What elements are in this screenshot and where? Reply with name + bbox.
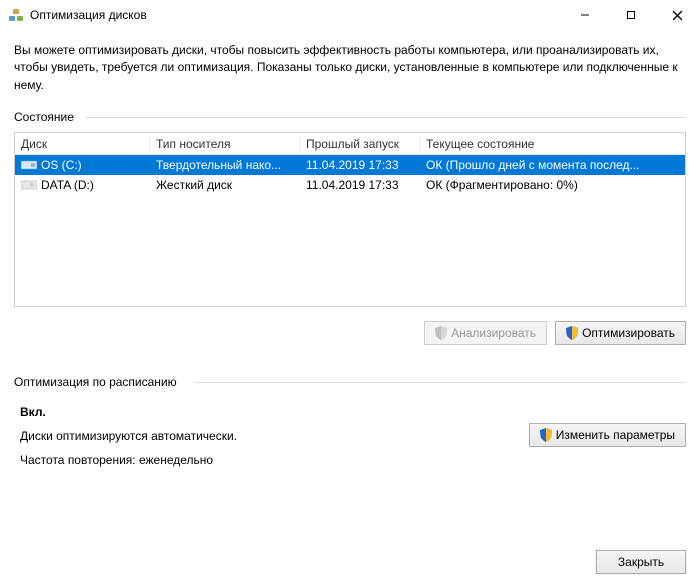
- status-group-text: Состояние: [14, 110, 74, 124]
- table-row[interactable]: OS (C:) Твердотельный нако... 11.04.2019…: [15, 155, 685, 175]
- close-window-button[interactable]: [654, 0, 700, 30]
- status-group-label: Состояние: [14, 110, 686, 124]
- shield-icon: [435, 326, 447, 340]
- cell-disk: OS (C:): [15, 158, 150, 172]
- schedule-group-label: Оптимизация по расписанию: [14, 375, 686, 389]
- footer: Закрыть: [596, 550, 686, 574]
- cell-state: ОК (Фрагментировано: 0%): [420, 178, 685, 192]
- change-settings-button[interactable]: Изменить параметры: [529, 423, 686, 447]
- col-media[interactable]: Тип носителя: [150, 137, 300, 151]
- window-buttons: [562, 0, 700, 30]
- titlebar: Оптимизация дисков: [0, 0, 700, 30]
- cell-state: ОК (Прошло дней с момента послед...: [420, 158, 685, 172]
- schedule-status: Вкл.: [20, 405, 686, 419]
- cell-media: Твердотельный нако...: [150, 158, 300, 172]
- schedule-section: Оптимизация по расписанию Вкл. Диски опт…: [14, 375, 686, 447]
- ssd-icon: [21, 159, 37, 171]
- schedule-frequency: Частота повторения: еженедельно: [20, 453, 686, 467]
- optimize-button[interactable]: Оптимизировать: [555, 321, 686, 345]
- window-title: Оптимизация дисков: [30, 8, 562, 22]
- close-button[interactable]: Закрыть: [596, 550, 686, 574]
- analyze-label: Анализировать: [451, 326, 536, 340]
- minimize-button[interactable]: [562, 0, 608, 30]
- col-state[interactable]: Текущее состояние: [420, 137, 685, 151]
- shield-icon: [540, 428, 552, 442]
- col-last-run[interactable]: Прошлый запуск: [300, 137, 420, 151]
- cell-disk-name: OS (C:): [41, 158, 82, 172]
- cell-last: 11.04.2019 17:33: [300, 178, 420, 192]
- app-icon: [8, 7, 24, 23]
- col-disk[interactable]: Диск: [15, 137, 150, 151]
- analyze-button[interactable]: Анализировать: [424, 321, 547, 345]
- maximize-button[interactable]: [608, 0, 654, 30]
- action-buttons: Анализировать Оптимизировать: [14, 321, 686, 345]
- drives-table[interactable]: Диск Тип носителя Прошлый запуск Текущее…: [14, 132, 686, 307]
- optimize-label: Оптимизировать: [582, 326, 675, 340]
- change-settings-label: Изменить параметры: [556, 428, 675, 442]
- table-row[interactable]: DATA (D:) Жесткий диск 11.04.2019 17:33 …: [15, 175, 685, 195]
- shield-icon: [566, 326, 578, 340]
- schedule-group-text: Оптимизация по расписанию: [14, 375, 177, 389]
- cell-media: Жесткий диск: [150, 178, 300, 192]
- cell-disk-name: DATA (D:): [41, 178, 94, 192]
- cell-last: 11.04.2019 17:33: [300, 158, 420, 172]
- close-label: Закрыть: [618, 555, 664, 569]
- content-area: Вы можете оптимизировать диски, чтобы по…: [0, 30, 700, 447]
- cell-disk: DATA (D:): [15, 178, 150, 192]
- intro-text: Вы можете оптимизировать диски, чтобы по…: [14, 42, 686, 94]
- table-header: Диск Тип носителя Прошлый запуск Текущее…: [15, 133, 685, 155]
- hdd-icon: [21, 179, 37, 191]
